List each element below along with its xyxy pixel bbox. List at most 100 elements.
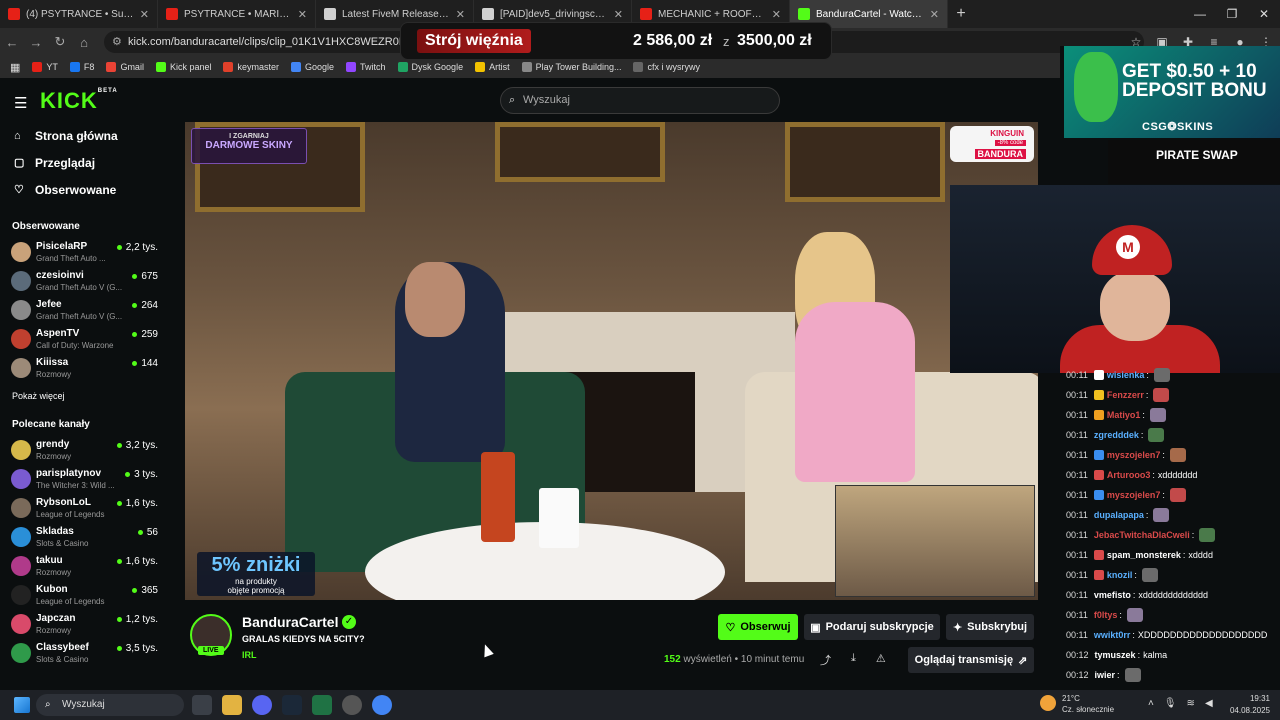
bookmark-item[interactable]: Kick panel	[155, 62, 211, 72]
chat-badge-icon	[1093, 490, 1104, 500]
sidebar-nav-item[interactable]: ⌂ Strona główna	[0, 122, 170, 149]
close-tab-icon[interactable]: ✕	[614, 8, 623, 21]
close-tab-icon[interactable]: ✕	[772, 8, 781, 21]
bookmark-item[interactable]: cfx i wysrywy	[633, 62, 700, 72]
sidebar-channel[interactable]: Japczan Rozmowy 1,2 tys.	[0, 610, 170, 639]
watch-stream-button[interactable]: Oglądaj transmisję ⇗	[908, 647, 1034, 673]
chat-time: 00:11	[1066, 390, 1088, 400]
sidebar-channel[interactable]: Jefee Grand Theft Auto V (G... 264	[0, 296, 170, 325]
reload-icon[interactable]: ↻	[48, 34, 72, 50]
wifi-icon[interactable]: ≋	[1187, 698, 1195, 709]
download-icon[interactable]: ⤓	[851, 652, 856, 668]
sidebar-channel[interactable]: Kiiissa Rozmowy 144	[0, 354, 170, 383]
chat-time: 00:11	[1066, 410, 1088, 420]
clock[interactable]: 19:31 04.08.2025	[1228, 693, 1270, 717]
clip-category[interactable]: IRL	[242, 650, 257, 660]
chevron-up-icon[interactable]: ˄	[1148, 698, 1154, 709]
browser-tab[interactable]: PSYTRANCE • MARIO TIME • (S ✕	[158, 0, 316, 28]
sidebar-channel[interactable]: Classybeef Slots & Casino 3,5 tys.	[0, 639, 170, 668]
site-info-icon[interactable]: ⚙	[112, 31, 122, 53]
bookmark-item[interactable]: Gmail	[106, 62, 144, 72]
chat-username[interactable]: wisienka	[1107, 370, 1145, 380]
chat-username[interactable]: spam_monsterek	[1107, 550, 1181, 560]
subscribe-button[interactable]: ✦ Subskrybuj	[946, 614, 1034, 640]
back-icon[interactable]: ←	[0, 35, 24, 50]
close-tab-icon[interactable]: ✕	[456, 8, 465, 21]
chat-username[interactable]: tymuszek	[1095, 650, 1136, 660]
chat-username[interactable]: Matiyo1	[1107, 410, 1141, 420]
taskbar-apps	[192, 695, 392, 715]
kick-logo[interactable]: KICKBETA	[40, 88, 118, 114]
forward-icon[interactable]: →	[24, 35, 48, 50]
hamburger-menu-icon[interactable]: ☰	[14, 94, 27, 112]
viewer-count: 3 tys.	[125, 469, 158, 480]
windows-start-icon[interactable]	[14, 697, 30, 713]
gift-subscription-button[interactable]: ▣ Podaruj subskrypcje	[804, 614, 940, 640]
bookmark-item[interactable]: Google	[291, 62, 334, 72]
chat-username[interactable]: Arturooo3	[1107, 470, 1151, 480]
chat-username[interactable]: dupalapapa	[1094, 510, 1144, 520]
chat-time: 00:11	[1066, 370, 1088, 380]
weather-widget[interactable]: 21°C Cz. słonecznie	[1040, 693, 1114, 715]
show-more-link[interactable]: Pokaż więcej	[0, 391, 170, 401]
chat-username[interactable]: vmefisto	[1094, 590, 1131, 600]
bookmark-item[interactable]: Artist	[475, 62, 510, 72]
sidebar-channel[interactable]: grendy Rozmowy 3,2 tys.	[0, 436, 170, 465]
steam-icon[interactable]	[282, 695, 302, 715]
bookmark-item[interactable]: Twitch	[346, 62, 386, 72]
obs-icon[interactable]	[342, 695, 362, 715]
chat-username[interactable]: f0ltys	[1094, 610, 1118, 620]
close-tab-icon[interactable]: ✕	[298, 8, 307, 21]
sidebar-channel[interactable]: RybsonLoL League of Legends 1,6 tys.	[0, 494, 170, 523]
home-icon[interactable]: ⌂	[72, 35, 96, 50]
chat-username[interactable]: knozil	[1107, 570, 1133, 580]
sidebar-channel[interactable]: takuu Rozmowy 1,6 tys.	[0, 552, 170, 581]
discord-icon[interactable]	[252, 695, 272, 715]
minimize-icon[interactable]: —	[1184, 0, 1216, 28]
apps-grid-icon[interactable]: ▦	[10, 61, 20, 74]
bookmark-item[interactable]: keymaster	[223, 62, 279, 72]
sidebar-channel[interactable]: czesioinvi Grand Theft Auto V (G... 675	[0, 267, 170, 296]
bookmark-item[interactable]: Play Tower Building...	[521, 62, 621, 72]
sidebar-channel[interactable]: PisicelaRP Grand Theft Auto ... 2,2 tys.	[0, 238, 170, 267]
chat-username[interactable]: iwier	[1095, 670, 1116, 680]
microphone-icon[interactable]: 🎙	[1164, 698, 1177, 709]
new-tab-button[interactable]: +	[948, 5, 974, 23]
csgoskins-promo[interactable]: GET $0.50 + 10 DEPOSIT BONU CSG❂SKINS	[1064, 46, 1280, 138]
task-view-icon[interactable]	[192, 695, 212, 715]
chrome-icon[interactable]	[372, 695, 392, 715]
search-input[interactable]: ⌕ Wyszukaj	[500, 87, 780, 114]
pirateswap-promo[interactable]: PIRATE SWAP	[1108, 140, 1280, 184]
close-tab-icon[interactable]: ✕	[930, 8, 939, 21]
maximize-icon[interactable]: ❐	[1216, 0, 1248, 28]
chat-username[interactable]: zgredddek	[1094, 430, 1139, 440]
star-icon: ✦	[952, 621, 963, 634]
bookmark-item[interactable]: F8	[69, 62, 94, 72]
chat-username[interactable]: Fenzzerr	[1107, 390, 1144, 400]
bookmark-item[interactable]: YT	[32, 62, 58, 72]
sidebar-channel[interactable]: parisplatynov The Witcher 3: Wild ... 3 …	[0, 465, 170, 494]
sidebar-channel[interactable]: AspenTV Call of Duty: Warzone 259	[0, 325, 170, 354]
chat-username[interactable]: myszojelen7	[1107, 490, 1161, 500]
close-tab-icon[interactable]: ✕	[140, 8, 149, 21]
excel-icon[interactable]	[312, 695, 332, 715]
browser-tab[interactable]: (4) PSYTRANCE • Super Mario I ✕	[0, 0, 158, 28]
close-window-icon[interactable]: ✕	[1248, 0, 1280, 28]
channel-name[interactable]: BanduraCartel	[242, 614, 338, 630]
chat-username[interactable]: wwikt0rr	[1094, 630, 1131, 640]
video-player[interactable]: I ZGARNIAJ DARMOWE SKINY KINGUIN -8% cod…	[185, 122, 1038, 600]
bookmark-item[interactable]: Dysk Google	[397, 62, 463, 72]
volume-icon[interactable]: ◀	[1205, 698, 1213, 709]
file-explorer-icon[interactable]	[222, 695, 242, 715]
chat-username[interactable]: myszojelen7	[1107, 450, 1161, 460]
sidebar-channel[interactable]: Kubon League of Legends 365	[0, 581, 170, 610]
sidebar-channel[interactable]: Skladas Slots & Casino 56	[0, 523, 170, 552]
share-icon[interactable]: ⤴	[820, 652, 831, 668]
chat-username[interactable]: JebacTwitchaDlaCweli	[1094, 530, 1190, 540]
report-icon[interactable]: ⚠	[876, 652, 886, 668]
sidebar-nav-item[interactable]: ♡ Obserwowane	[0, 176, 170, 203]
follow-button[interactable]: ♡ Obserwuj	[718, 614, 798, 640]
emote-icon	[1153, 508, 1170, 522]
taskbar-search[interactable]: ⌕ Wyszukaj	[36, 694, 184, 716]
sidebar-nav-item[interactable]: ▢ Przeglądaj	[0, 149, 170, 176]
